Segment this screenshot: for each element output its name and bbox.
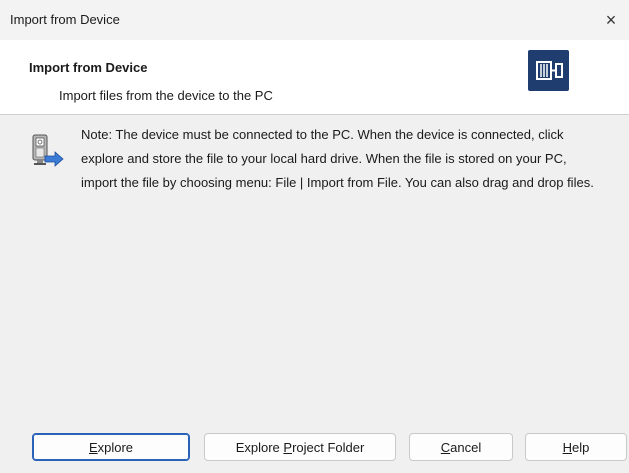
explore-button-key: E bbox=[88, 439, 98, 455]
explore-button-post: xplore bbox=[97, 439, 134, 455]
header-subtitle: Import files from the device to the PC bbox=[59, 88, 273, 103]
device-import-icon bbox=[528, 50, 569, 91]
window-title: Import from Device bbox=[10, 12, 120, 27]
content-area: Note: The device must be connected to th… bbox=[0, 115, 629, 473]
explore-project-folder-button[interactable]: Explore Project Folder bbox=[204, 433, 396, 461]
cancel-button-post: ancel bbox=[450, 439, 482, 455]
header-title: Import from Device bbox=[29, 60, 148, 75]
explore-button[interactable]: Explore bbox=[32, 433, 190, 461]
cancel-button[interactable]: Cancel bbox=[409, 433, 513, 461]
help-button-post: elp bbox=[572, 439, 590, 455]
help-button-key: H bbox=[562, 439, 573, 455]
explore-project-button-key: P bbox=[283, 439, 293, 455]
help-button[interactable]: Help bbox=[525, 433, 627, 461]
header-panel: Import from Device Import files from the… bbox=[0, 40, 629, 115]
explore-project-button-pre: Explore bbox=[235, 439, 284, 455]
cancel-button-key: C bbox=[440, 439, 451, 455]
title-bar[interactable]: Import from Device × bbox=[0, 0, 629, 40]
note-text: Note: The device must be connected to th… bbox=[81, 127, 594, 190]
device-transfer-icon bbox=[27, 134, 65, 172]
close-button[interactable]: × bbox=[593, 0, 629, 40]
explore-project-button-post: roject Folder bbox=[292, 439, 365, 455]
